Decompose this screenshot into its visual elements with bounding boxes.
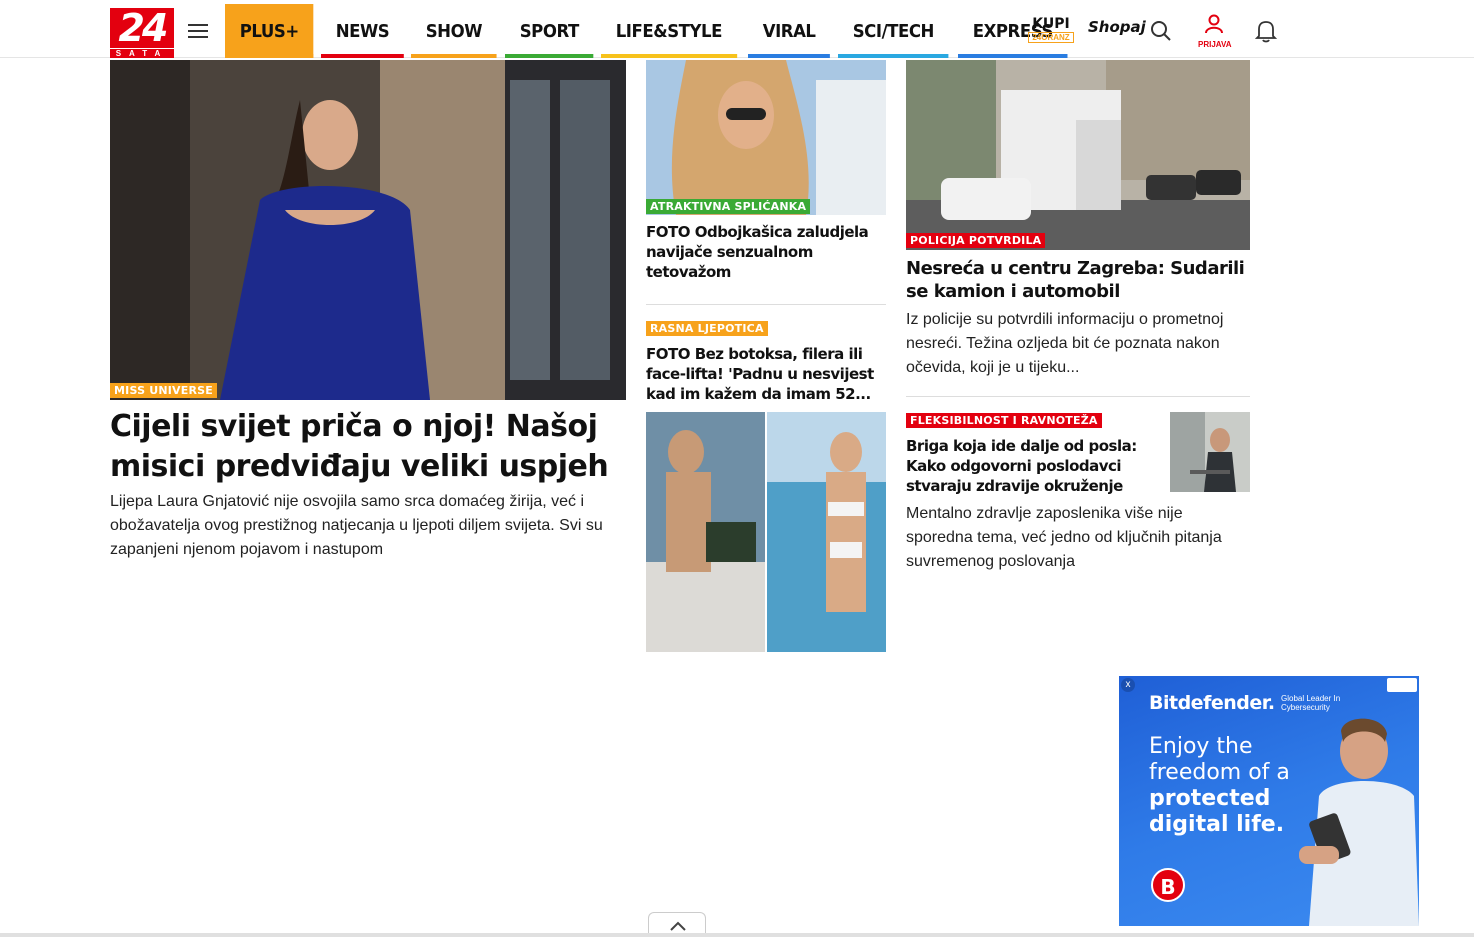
col2-article1-tag[interactable]: ATRAKTIVNA SPLIĆANKA — [646, 199, 811, 214]
nav-label: LIFE&STYLE — [615, 20, 723, 42]
ad-close-icon[interactable]: x — [1121, 678, 1135, 692]
main-photo — [110, 60, 626, 400]
nav-item-viral[interactable]: VIRAL — [748, 4, 831, 58]
nav-item-show[interactable]: SHOW — [411, 4, 498, 58]
col3-article2-image[interactable] — [1170, 412, 1250, 492]
divider — [646, 304, 886, 305]
col3-article1-tag[interactable]: POLICIJA POTVRDILA — [906, 233, 1046, 248]
logo-subtitle: SATA — [110, 49, 174, 58]
main-article-lead: Lijepa Laura Gnjatović nije osvojila sam… — [110, 493, 603, 558]
nav-underline — [411, 54, 498, 58]
shopaj-link[interactable]: Shopaj — [1088, 18, 1146, 36]
nav-label: PLUS+ — [239, 20, 300, 42]
search-icon[interactable] — [1150, 20, 1172, 42]
chevron-up-icon — [670, 921, 686, 931]
ad-copy: Enjoy the freedom of a protected digital… — [1149, 734, 1349, 838]
nav-underline — [958, 54, 1068, 58]
shopaj-label: Shopaj — [1088, 18, 1146, 36]
main-article-headline[interactable]: Cijeli svijet priča o njoj! Našoj misici… — [110, 407, 630, 487]
nav-label: NEWS — [335, 20, 390, 42]
ad-choices-icon[interactable] — [1387, 678, 1417, 692]
col2-article1-image[interactable] — [646, 60, 886, 215]
kupi-label: KUPI — [1032, 16, 1070, 32]
nav-label: SCI/TECH — [852, 20, 934, 42]
nav-item-scitech[interactable]: SCI/TECH — [837, 4, 949, 58]
logo[interactable]: 24 SATA — [110, 8, 174, 58]
nav-underline — [748, 54, 831, 58]
page: 24 SATA PLUS+ NEWS SHOW SPORT LIFE&STYLE… — [0, 0, 1474, 937]
bottom-bar — [0, 933, 1474, 937]
ad-copy-bold: protected digital life. — [1149, 786, 1285, 837]
nav-underline — [504, 54, 594, 58]
col2-article2-image[interactable] — [646, 412, 886, 652]
nav-underline — [837, 54, 949, 58]
col3-article2-tag[interactable]: FLEKSIBILNOST I RAVNOTEŽA — [906, 413, 1102, 428]
ad-copy-regular: Enjoy the freedom of a — [1149, 734, 1290, 785]
col3-article1-lead: Iz policije su potvrdili informaciju o p… — [906, 311, 1224, 376]
col2-photo-2 — [646, 412, 886, 652]
kupi-sub: 24ORANZ — [1028, 32, 1074, 43]
ad-banner[interactable]: x Bitdefender. Global Leader In Cybersec… — [1119, 676, 1419, 926]
site-header: 24 SATA PLUS+ NEWS SHOW SPORT LIFE&STYLE… — [0, 0, 1474, 58]
ad-brand: Bitdefender. — [1149, 692, 1275, 714]
nav-item-plus[interactable]: PLUS+ — [225, 4, 314, 58]
ad-logo-badge: B — [1151, 868, 1185, 902]
nav-label: SHOW — [426, 20, 483, 42]
divider — [906, 396, 1250, 397]
login-button[interactable]: PRIJAVA — [1198, 14, 1232, 50]
nav-label: VIRAL — [763, 20, 816, 42]
logo-number: 24 — [110, 8, 174, 48]
menu-icon[interactable] — [188, 24, 210, 40]
nav-item-lifestyle[interactable]: LIFE&STYLE — [600, 4, 737, 58]
col2-article2-tag[interactable]: RASNA LJEPOTICA — [646, 321, 768, 336]
main-article-tag[interactable]: MISS UNIVERSE — [110, 383, 217, 398]
nav-item-sport[interactable]: SPORT — [504, 4, 594, 58]
nav-underline — [321, 54, 405, 58]
col3-article2-headline[interactable]: Briga koja ide dalje od posla: Kako odgo… — [906, 436, 1156, 496]
col2-article1-headline[interactable]: FOTO Odbojkašica zaludjela navijače senz… — [646, 222, 886, 282]
main-nav: PLUS+ NEWS SHOW SPORT LIFE&STYLE VIRAL S… — [225, 4, 1077, 58]
col2-photo-1 — [646, 60, 886, 215]
col3-article1-image[interactable] — [906, 60, 1250, 250]
col3-article1-headline[interactable]: Nesreća u centru Zagreba: Sudarili se ka… — [906, 257, 1250, 303]
col3-photo-2 — [1170, 412, 1250, 492]
bell-icon[interactable] — [1255, 19, 1277, 43]
ad-subtitle: Global Leader In Cybersecurity — [1281, 694, 1341, 712]
main-article-image[interactable] — [110, 60, 626, 400]
col3-article2-lead: Mentalno zdravlje zaposlenika više nije … — [906, 505, 1222, 570]
col2-article2-headline[interactable]: FOTO Bez botoksa, filera ili face-lifta!… — [646, 344, 886, 404]
login-label: PRIJAVA — [1198, 40, 1232, 49]
kupi-link[interactable]: KUPI 24ORANZ — [1028, 16, 1074, 46]
nav-underline — [600, 54, 737, 58]
col3-photo-1 — [906, 60, 1250, 250]
user-icon — [1205, 14, 1223, 34]
nav-underline — [225, 54, 314, 58]
nav-item-news[interactable]: NEWS — [321, 4, 405, 58]
nav-label: SPORT — [519, 20, 579, 42]
